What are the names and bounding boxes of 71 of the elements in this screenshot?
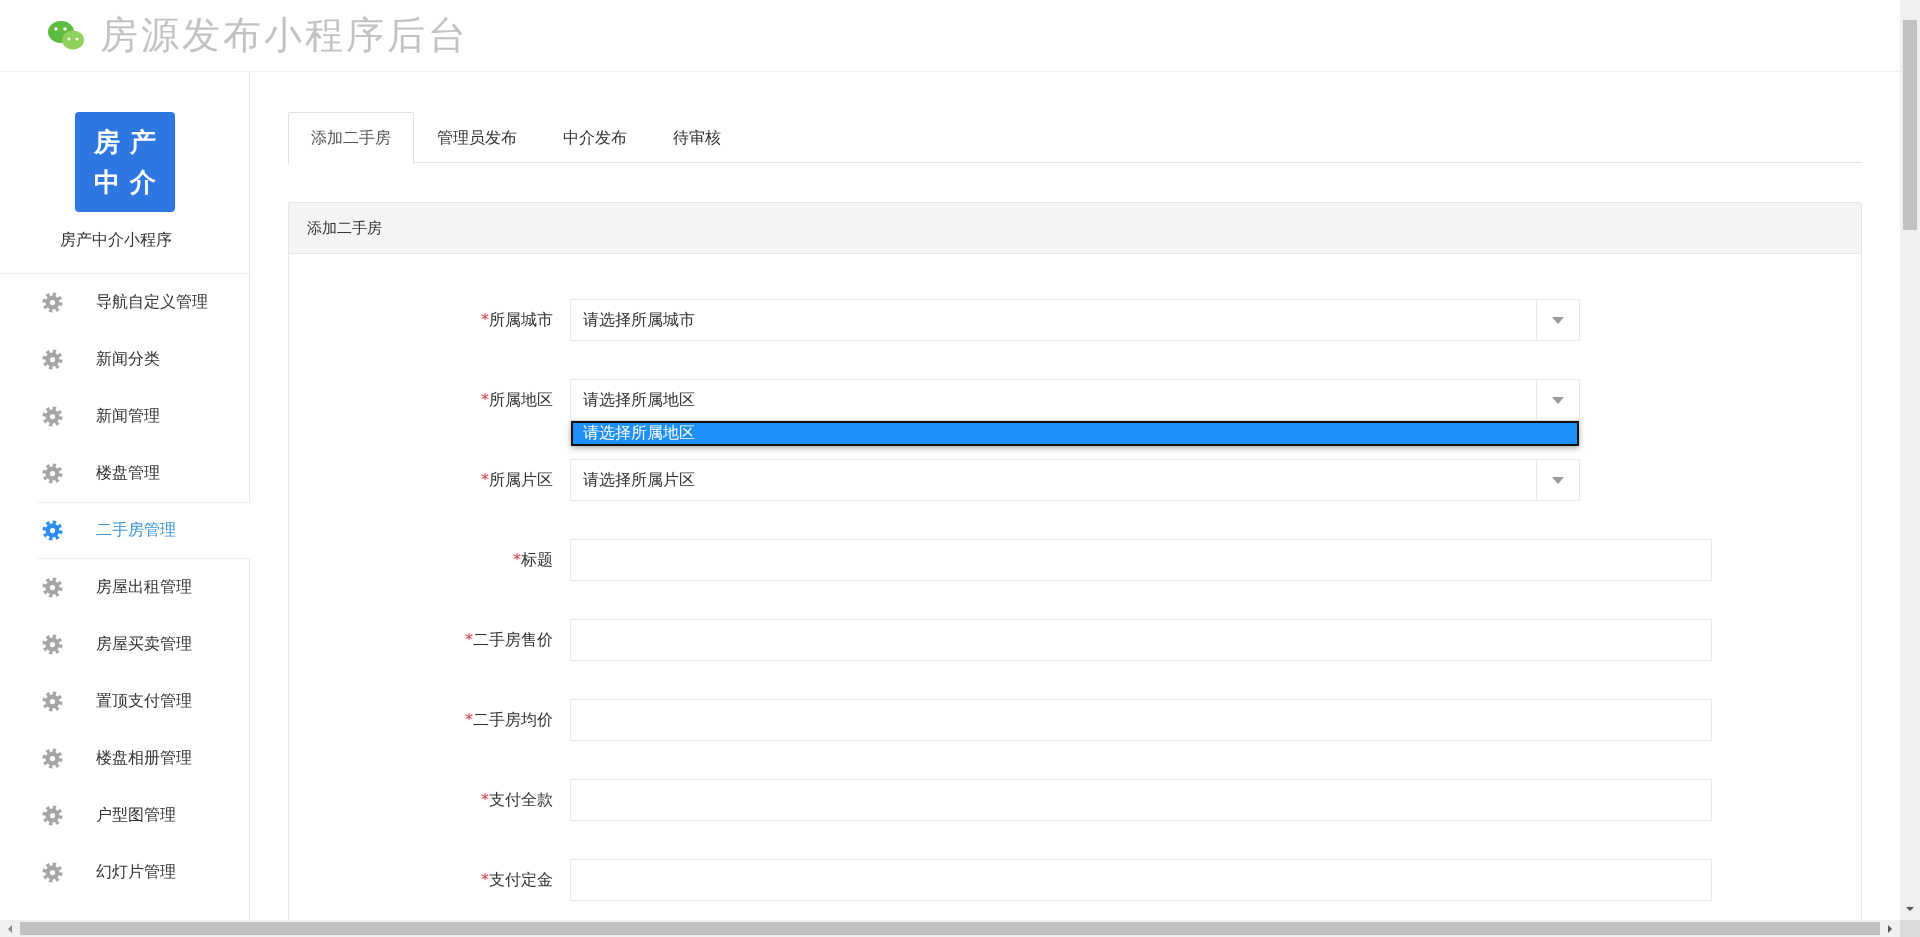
select-field[interactable]: 请选择所属地区 bbox=[570, 379, 1580, 421]
horizontal-scrollbar[interactable] bbox=[0, 920, 1920, 937]
sidebar-item[interactable]: 置顶支付管理 bbox=[38, 673, 250, 730]
field-label: 二手房售价 bbox=[473, 629, 553, 649]
sidebar-item-label: 房屋买卖管理 bbox=[96, 634, 192, 655]
sidebar-item[interactable]: 房屋出租管理 bbox=[38, 559, 250, 616]
scrollbar-thumb[interactable] bbox=[20, 922, 1880, 935]
sidebar-item-label: 房屋出租管理 bbox=[96, 577, 192, 598]
sidebar-item-label: 二手房管理 bbox=[96, 520, 176, 541]
sidebar-item[interactable]: 房屋买卖管理 bbox=[38, 616, 250, 673]
gear-icon bbox=[42, 691, 63, 712]
caret-icon bbox=[1552, 476, 1564, 484]
tab[interactable]: 添加二手房 bbox=[288, 112, 414, 164]
gear-icon bbox=[42, 805, 63, 826]
required-mark: * bbox=[481, 469, 489, 489]
gear-icon bbox=[42, 748, 63, 769]
sidebar-item[interactable]: 新闻分类 bbox=[38, 331, 250, 388]
caret-icon bbox=[1552, 396, 1564, 404]
scrollbar-corner bbox=[1900, 920, 1920, 937]
field-label: 二手房均价 bbox=[473, 709, 553, 729]
field-label: 所属片区 bbox=[489, 469, 553, 489]
field-label: 标题 bbox=[521, 549, 553, 569]
tab[interactable]: 待审核 bbox=[650, 112, 744, 163]
tab[interactable]: 管理员发布 bbox=[414, 112, 540, 163]
app-name: 房产中介小程序 bbox=[59, 230, 172, 251]
app-title: 房源发布小程序后台 bbox=[100, 12, 469, 59]
required-mark: * bbox=[481, 389, 489, 409]
gear-icon bbox=[42, 577, 63, 598]
vertical-scrollbar[interactable] bbox=[1900, 0, 1920, 920]
required-mark: * bbox=[465, 709, 473, 729]
gear-icon bbox=[42, 634, 63, 655]
gear-icon bbox=[42, 349, 63, 370]
field-label: 支付定金 bbox=[489, 869, 553, 889]
sidebar-item[interactable]: 楼盘相册管理 bbox=[38, 730, 250, 787]
select-value: 请选择所属地区 bbox=[582, 388, 696, 411]
scrollbar-thumb[interactable] bbox=[1903, 20, 1917, 230]
required-mark: * bbox=[481, 789, 489, 809]
sidebar-item[interactable]: 楼盘管理 bbox=[38, 445, 250, 502]
caret-icon bbox=[1552, 316, 1564, 324]
gear-icon bbox=[42, 463, 63, 484]
sidebar-item-label: 导航自定义管理 bbox=[96, 292, 208, 313]
sidebar-item[interactable]: 导航自定义管理 bbox=[38, 274, 250, 331]
select-field[interactable]: 请选择所属片区 bbox=[570, 459, 1580, 501]
panel-title: 添加二手房 bbox=[289, 203, 1861, 254]
sidebar-item[interactable]: 新闻管理 bbox=[38, 388, 250, 445]
required-mark: * bbox=[513, 549, 521, 569]
gear-icon bbox=[42, 292, 63, 313]
select-value: 请选择所属片区 bbox=[582, 468, 696, 491]
sidebar-item-label: 户型图管理 bbox=[96, 805, 176, 826]
gear-icon bbox=[42, 520, 63, 541]
sidebar-item-label: 新闻分类 bbox=[96, 349, 160, 370]
field-label: 支付全款 bbox=[489, 789, 553, 809]
required-mark: * bbox=[465, 629, 473, 649]
sidebar-item-label: 置顶支付管理 bbox=[96, 691, 192, 712]
required-mark: * bbox=[481, 869, 489, 889]
field-label: 所属地区 bbox=[489, 389, 553, 409]
sidebar-item[interactable]: 户型图管理 bbox=[38, 787, 250, 844]
required-mark: * bbox=[481, 309, 489, 329]
sidebar-item-label: 幻灯片管理 bbox=[96, 862, 176, 883]
select-value: 请选择所属城市 bbox=[582, 308, 696, 331]
tab[interactable]: 中介发布 bbox=[540, 112, 650, 163]
sidebar-item[interactable]: 幻灯片管理 bbox=[38, 844, 250, 901]
scroll-down-arrow-icon[interactable] bbox=[1905, 906, 1915, 912]
logo: 房 产 中 介 bbox=[74, 112, 175, 212]
sidebar-item-label: 新闻管理 bbox=[96, 406, 160, 427]
sidebar-item-label: 楼盘相册管理 bbox=[96, 748, 192, 769]
sidebar-item-label: 楼盘管理 bbox=[96, 463, 160, 484]
field-label: 所属城市 bbox=[489, 309, 553, 329]
gear-icon bbox=[42, 406, 63, 427]
select-field[interactable]: 请选择所属城市 bbox=[570, 299, 1580, 341]
gear-icon bbox=[42, 862, 63, 883]
